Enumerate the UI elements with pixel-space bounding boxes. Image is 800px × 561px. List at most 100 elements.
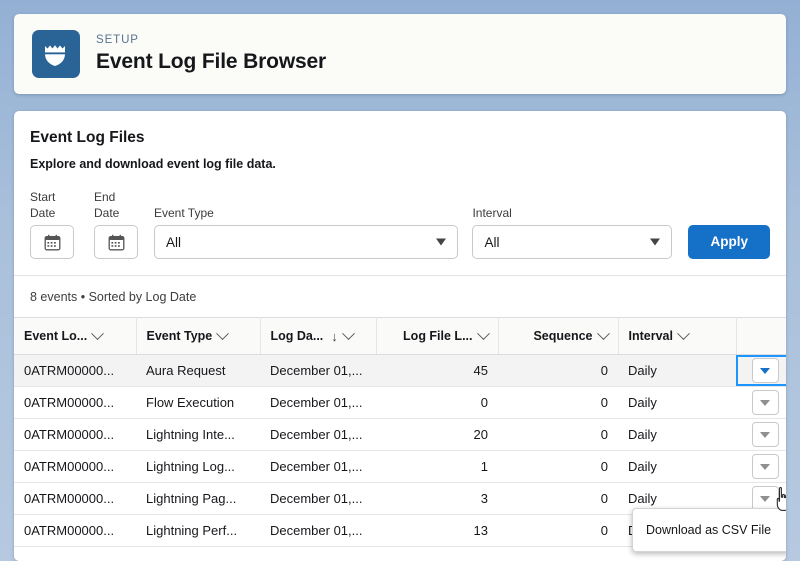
column-header-sequence[interactable]: Sequence <box>498 318 618 355</box>
cell-interval: Daily <box>618 419 736 451</box>
caret-down-icon <box>760 496 770 502</box>
column-label: Interval <box>629 329 673 343</box>
cell-log-file-length: 13 <box>376 515 498 547</box>
cell-interval: Daily <box>618 355 736 387</box>
menu-item-download-as-csv[interactable]: Download as CSV File <box>633 515 786 545</box>
event-log-files-card: Event Log Files Explore and download eve… <box>14 111 786 561</box>
start-date-label: Start Date <box>30 189 74 221</box>
cell-sequence: 0 <box>498 483 618 515</box>
page-background: SETUP Event Log File Browser Event Log F… <box>0 0 800 561</box>
end-date-label-line1: End <box>94 190 115 204</box>
cell-event-type: Aura Request <box>136 355 260 387</box>
interval-value: All <box>484 235 499 250</box>
cell-event-type: Lightning Perf... <box>136 515 260 547</box>
breadcrumb-setup: SETUP <box>96 33 326 48</box>
start-date-label-line1: Start <box>30 190 55 204</box>
column-label: Log Da... <box>271 329 324 343</box>
cell-event-type: Lightning Pag... <box>136 483 260 515</box>
cell-log-date: December 01,... <box>260 355 376 387</box>
calendar-icon <box>108 234 125 251</box>
cell-row-actions <box>736 419 786 451</box>
cell-event-type: Lightning Inte... <box>136 419 260 451</box>
end-date-label: End Date <box>94 189 138 221</box>
cell-log-file-length: 0 <box>376 387 498 419</box>
sort-descending-icon[interactable]: ↓ <box>331 330 338 343</box>
cell-event-log-file: 0ATRM00000... <box>14 451 136 483</box>
row-action-download-button[interactable] <box>752 454 779 479</box>
apply-button[interactable]: Apply <box>688 225 770 259</box>
column-header-interval[interactable]: Interval <box>618 318 736 355</box>
caret-down-icon <box>760 432 770 438</box>
cell-log-date: December 01,... <box>260 483 376 515</box>
event-type-value: All <box>166 235 181 250</box>
end-date-picker-button[interactable] <box>94 225 138 259</box>
table-row[interactable]: 0ATRM00000...Lightning Inte...December 0… <box>14 419 786 451</box>
cell-event-log-file: 0ATRM00000... <box>14 515 136 547</box>
column-header-event-type[interactable]: Event Type <box>136 318 260 355</box>
caret-down-icon <box>760 368 770 374</box>
cell-log-file-length: 1 <box>376 451 498 483</box>
interval-select[interactable]: All <box>472 225 672 259</box>
event-type-field: Event Type All <box>154 205 458 259</box>
cell-sequence: 0 <box>498 419 618 451</box>
cell-row-actions <box>736 387 786 419</box>
table-header: Event Lo... Event Type Log Da... <box>14 318 786 355</box>
column-label: Sequence <box>533 329 592 343</box>
chevron-down-icon <box>650 239 660 246</box>
page-title: Event Log File Browser <box>96 48 326 76</box>
column-label: Event Type <box>147 329 213 343</box>
cell-log-file-length: 20 <box>376 419 498 451</box>
start-date-picker-button[interactable] <box>30 225 74 259</box>
cell-event-log-file: 0ATRM00000... <box>14 419 136 451</box>
filter-bar: Start Date <box>30 189 770 275</box>
cell-event-type: Lightning Log... <box>136 451 260 483</box>
cell-event-type: Flow Execution <box>136 387 260 419</box>
cell-sequence: 0 <box>498 451 618 483</box>
table-row[interactable]: 0ATRM00000...Lightning Log...December 01… <box>14 451 786 483</box>
setup-shield-icon <box>32 30 80 78</box>
column-label: Event Lo... <box>24 329 87 343</box>
chevron-down-icon[interactable] <box>91 327 104 340</box>
chevron-down-icon[interactable] <box>342 327 355 340</box>
column-header-log-file-length[interactable]: Log File L... <box>376 318 498 355</box>
row-action-download-button[interactable] <box>752 390 779 415</box>
interval-field: Interval All <box>472 205 672 259</box>
table-row[interactable]: 0ATRM00000...Flow ExecutionDecember 01,.… <box>14 387 786 419</box>
end-date-label-line2: Date <box>94 206 119 220</box>
row-action-download-button[interactable] <box>752 422 779 447</box>
caret-down-icon <box>760 464 770 470</box>
row-action-dropdown-menu: Download as CSV File <box>632 508 786 552</box>
row-action-download-button[interactable] <box>752 358 779 383</box>
chevron-down-icon[interactable] <box>677 327 690 340</box>
chevron-down-icon[interactable] <box>477 327 490 340</box>
header-text-block: SETUP Event Log File Browser <box>96 33 326 76</box>
card-header-area: Event Log Files Explore and download eve… <box>14 111 786 275</box>
end-date-field: End Date <box>94 189 138 259</box>
caret-down-icon <box>760 400 770 406</box>
column-label: Log File L... <box>403 329 472 343</box>
chevron-down-icon[interactable] <box>216 327 229 340</box>
cell-event-log-file: 0ATRM00000... <box>14 483 136 515</box>
cell-sequence: 0 <box>498 515 618 547</box>
table-row[interactable]: 0ATRM00000...Aura RequestDecember 01,...… <box>14 355 786 387</box>
section-title: Event Log Files <box>30 127 770 149</box>
column-header-log-date[interactable]: Log Da... ↓ <box>260 318 376 355</box>
start-date-field: Start Date <box>30 189 74 259</box>
cell-log-file-length: 3 <box>376 483 498 515</box>
section-subtitle: Explore and download event log file data… <box>30 155 770 173</box>
cell-log-date: December 01,... <box>260 387 376 419</box>
column-header-event-log-file[interactable]: Event Lo... <box>14 318 136 355</box>
table-header-row: Event Lo... Event Type Log Da... <box>14 318 786 355</box>
cell-row-actions <box>736 451 786 483</box>
cell-interval: Daily <box>618 451 736 483</box>
cell-log-date: December 01,... <box>260 451 376 483</box>
cell-sequence: 0 <box>498 387 618 419</box>
chevron-down-icon[interactable] <box>597 327 610 340</box>
cell-log-date: December 01,... <box>260 419 376 451</box>
interval-label: Interval <box>472 205 672 221</box>
content-column: SETUP Event Log File Browser Event Log F… <box>8 14 792 561</box>
cell-row-actions <box>736 355 786 387</box>
cell-log-date: December 01,... <box>260 515 376 547</box>
cell-log-file-length: 45 <box>376 355 498 387</box>
event-type-select[interactable]: All <box>154 225 458 259</box>
